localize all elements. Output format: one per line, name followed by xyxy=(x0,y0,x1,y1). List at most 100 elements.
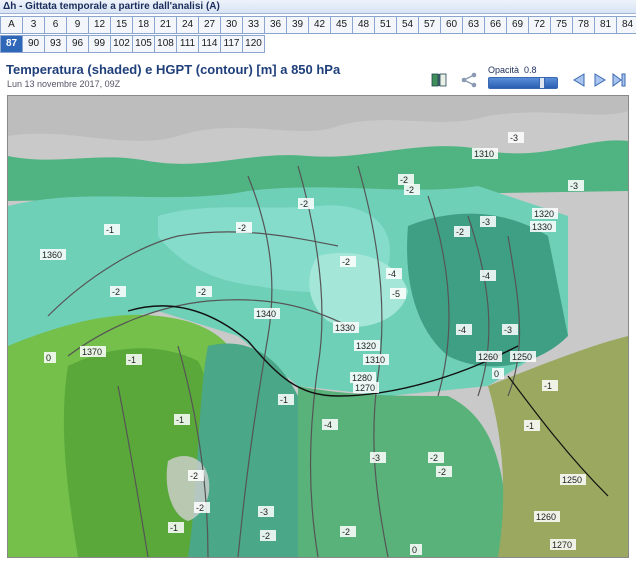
forecast-step-15[interactable]: 15 xyxy=(110,16,133,34)
weather-map[interactable]: 1360 1370 1340 1330 1320 1310 1280 1270 … xyxy=(7,95,629,558)
svg-text:-1: -1 xyxy=(128,355,136,365)
forecast-step-42[interactable]: 42 xyxy=(308,16,331,34)
svg-text:1280: 1280 xyxy=(352,373,372,383)
forecast-step-9[interactable]: 9 xyxy=(66,16,89,34)
svg-text:1330: 1330 xyxy=(335,323,355,333)
forecast-step-3[interactable]: 3 xyxy=(22,16,45,34)
svg-text:-2: -2 xyxy=(196,503,204,513)
svg-text:0: 0 xyxy=(46,353,51,363)
svg-text:-2: -2 xyxy=(342,257,350,267)
forecast-step-39[interactable]: 39 xyxy=(286,16,309,34)
forecast-step-21[interactable]: 21 xyxy=(154,16,177,34)
svg-text:1320: 1320 xyxy=(534,209,554,219)
svg-text:1270: 1270 xyxy=(552,540,572,550)
svg-text:1260: 1260 xyxy=(478,352,498,362)
forecast-step-57[interactable]: 57 xyxy=(418,16,441,34)
forecast-steps-row-1: A 3 6 9 12 15 18 21 24 27 30 33 36 39 42 45 48 51 54 57 60 63… xyxy=(0,16,636,34)
forecast-step-12[interactable]: 12 xyxy=(88,16,111,34)
forecast-step-6[interactable]: 6 xyxy=(44,16,67,34)
svg-text:-2: -2 xyxy=(430,453,438,463)
forecast-step-87[interactable]: 87 xyxy=(0,35,23,53)
svg-text:-3: -3 xyxy=(372,453,380,463)
svg-text:-3: -3 xyxy=(510,133,518,143)
forecast-step-75[interactable]: 75 xyxy=(550,16,573,34)
forecast-step-96[interactable]: 96 xyxy=(66,35,89,53)
forecast-step-51[interactable]: 51 xyxy=(374,16,397,34)
skip-forward-icon[interactable] xyxy=(611,72,627,88)
forecast-step-81[interactable]: 81 xyxy=(594,16,617,34)
forecast-step-93[interactable]: 93 xyxy=(44,35,67,53)
svg-text:-3: -3 xyxy=(482,217,490,227)
share-icon[interactable] xyxy=(460,72,478,88)
svg-text:1270: 1270 xyxy=(355,383,375,393)
svg-text:-2: -2 xyxy=(112,287,120,297)
forecast-range-header: Δh - Gittata temporale a partire dall'an… xyxy=(0,0,636,14)
chart-title: Temperatura (shaded) e HGPT (contour) [m… xyxy=(6,62,341,77)
opacity-slider-thumb[interactable] xyxy=(539,77,545,89)
svg-text:-2: -2 xyxy=(406,185,414,195)
svg-text:-1: -1 xyxy=(526,421,534,431)
svg-text:-2: -2 xyxy=(262,531,270,541)
forecast-step-36[interactable]: 36 xyxy=(264,16,287,34)
book-icon[interactable] xyxy=(430,72,448,88)
svg-text:1250: 1250 xyxy=(562,475,582,485)
forecast-step-99[interactable]: 99 xyxy=(88,35,111,53)
forecast-step-111[interactable]: 111 xyxy=(176,35,199,53)
forecast-step-48[interactable]: 48 xyxy=(352,16,375,34)
svg-text:-2: -2 xyxy=(342,527,350,537)
forecast-step-102[interactable]: 102 xyxy=(110,35,133,53)
forecast-step-33[interactable]: 33 xyxy=(242,16,265,34)
forecast-steps-row-2: 87 90 93 96 99 102 105 108 111 114 117 120 xyxy=(0,35,265,53)
forecast-step-30[interactable]: 30 xyxy=(220,16,243,34)
forecast-step-60[interactable]: 60 xyxy=(440,16,463,34)
svg-text:1250: 1250 xyxy=(512,352,532,362)
forecast-step-90[interactable]: 90 xyxy=(22,35,45,53)
forecast-step-108[interactable]: 108 xyxy=(154,35,177,53)
svg-text:-4: -4 xyxy=(324,420,332,430)
svg-text:1310: 1310 xyxy=(365,355,385,365)
svg-text:0: 0 xyxy=(412,545,417,555)
chart-date: Lun 13 novembre 2017, 09Z xyxy=(7,79,121,89)
forecast-step-A[interactable]: A xyxy=(0,16,23,34)
forecast-step-27[interactable]: 27 xyxy=(198,16,221,34)
forecast-step-117[interactable]: 117 xyxy=(220,35,243,53)
opacity-label: Opacità 0.8 xyxy=(488,65,537,75)
opacity-slider[interactable] xyxy=(488,77,558,89)
svg-text:1310: 1310 xyxy=(474,149,494,159)
svg-text:-3: -3 xyxy=(570,181,578,191)
svg-text:-1: -1 xyxy=(280,395,288,405)
forecast-step-54[interactable]: 54 xyxy=(396,16,419,34)
svg-text:1260: 1260 xyxy=(536,512,556,522)
forecast-step-120[interactable]: 120 xyxy=(242,35,265,53)
forecast-step-45[interactable]: 45 xyxy=(330,16,353,34)
svg-text:-1: -1 xyxy=(170,523,178,533)
header-title: Δh - Gittata temporale a partire dall'an… xyxy=(3,1,220,12)
svg-text:1340: 1340 xyxy=(256,309,276,319)
svg-text:-3: -3 xyxy=(504,325,512,335)
forecast-step-72[interactable]: 72 xyxy=(528,16,551,34)
forecast-step-24[interactable]: 24 xyxy=(176,16,199,34)
svg-text:-1: -1 xyxy=(106,225,114,235)
forecast-step-18[interactable]: 18 xyxy=(132,16,155,34)
svg-text:-2: -2 xyxy=(400,175,408,185)
play-forward-icon[interactable] xyxy=(592,72,608,88)
forecast-step-63[interactable]: 63 xyxy=(462,16,485,34)
svg-text:-2: -2 xyxy=(456,227,464,237)
forecast-step-105[interactable]: 105 xyxy=(132,35,155,53)
svg-text:-5: -5 xyxy=(392,289,400,299)
svg-text:-1: -1 xyxy=(544,381,552,391)
forecast-step-69[interactable]: 69 xyxy=(506,16,529,34)
opacity-value: 0.8 xyxy=(524,65,537,75)
play-back-icon[interactable] xyxy=(571,72,587,88)
forecast-step-114[interactable]: 114 xyxy=(198,35,221,53)
svg-text:1320: 1320 xyxy=(356,341,376,351)
svg-text:-4: -4 xyxy=(458,325,466,335)
forecast-step-78[interactable]: 78 xyxy=(572,16,595,34)
svg-text:-2: -2 xyxy=(198,287,206,297)
svg-text:-3: -3 xyxy=(260,507,268,517)
svg-text:1330: 1330 xyxy=(532,222,552,232)
forecast-step-84[interactable]: 84 xyxy=(616,16,636,34)
forecast-step-66[interactable]: 66 xyxy=(484,16,507,34)
svg-text:1370: 1370 xyxy=(82,347,102,357)
svg-text:-2: -2 xyxy=(190,471,198,481)
